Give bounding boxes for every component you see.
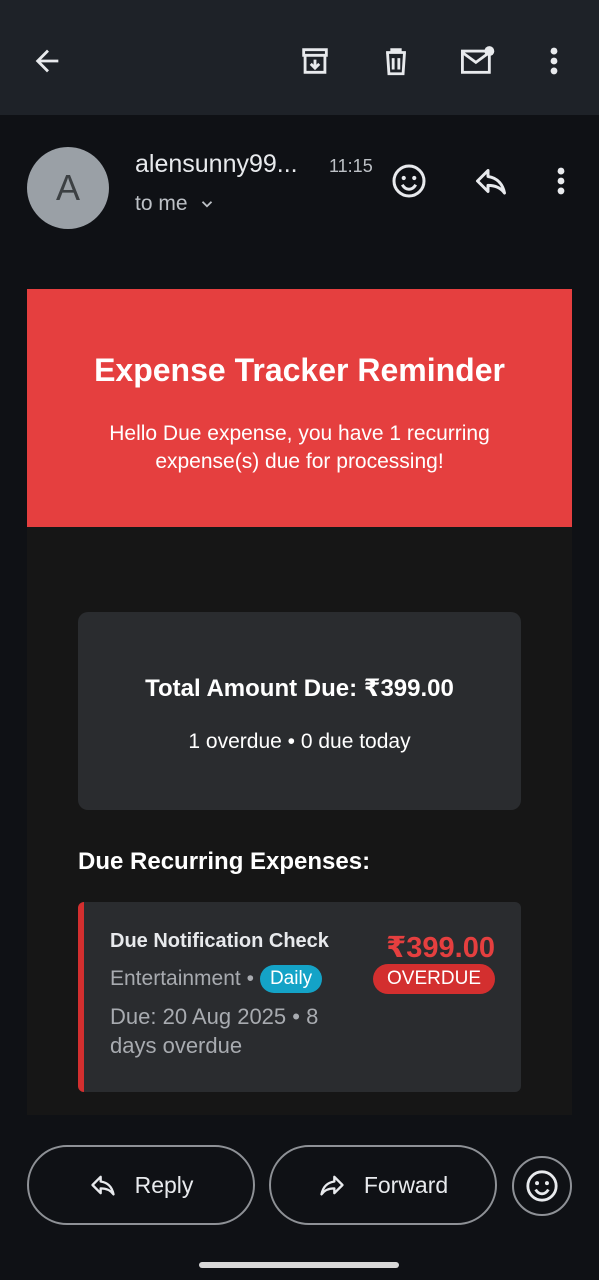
avatar-letter: A xyxy=(55,167,80,208)
mail-unread-icon[interactable] xyxy=(457,42,499,80)
expense-due-date: Due: 20 Aug 2025 • 8 days overdue xyxy=(110,1004,319,1058)
email-body: Expense Tracker Reminder Hello Due expen… xyxy=(27,289,572,1115)
chevron-down-icon xyxy=(198,195,216,213)
emoji-icon xyxy=(525,1169,559,1203)
recipient-details-toggle[interactable]: to me xyxy=(135,192,216,216)
expense-name: Due Notification Check xyxy=(110,930,329,952)
email-header-banner: Expense Tracker Reminder Hello Due expen… xyxy=(27,289,572,527)
reply-icon xyxy=(89,1171,117,1199)
due-counts: 1 overdue • 0 due today xyxy=(188,730,411,753)
add-reaction-button[interactable] xyxy=(512,1156,572,1216)
recipient-label: to me xyxy=(135,192,188,215)
expense-amount: ₹399.00 xyxy=(386,932,495,964)
email-title: Expense Tracker Reminder xyxy=(94,352,505,388)
frequency-badge: Daily xyxy=(259,965,323,993)
reply-button[interactable]: Reply xyxy=(27,1145,255,1225)
forward-button-label: Forward xyxy=(363,1171,449,1198)
emoji-reaction-icon[interactable] xyxy=(388,160,430,202)
sender-name[interactable]: alensunny99... xyxy=(135,150,298,179)
overdue-indicator-bar xyxy=(78,902,84,1092)
summary-box: Total Amount Due: ₹399.00 1 overdue • 0 … xyxy=(78,612,521,810)
message-time: 11:15 xyxy=(329,156,373,176)
trash-icon[interactable] xyxy=(377,42,415,80)
message-more-icon[interactable] xyxy=(548,160,574,202)
top-toolbar xyxy=(0,0,599,115)
expense-category-label: Entertainment • xyxy=(110,967,254,990)
total-amount-due: Total Amount Due: ₹399.00 xyxy=(145,675,454,702)
reply-icon[interactable] xyxy=(470,160,512,202)
due-expenses-heading: Due Recurring Expenses: xyxy=(78,848,371,875)
forward-icon xyxy=(318,1171,346,1199)
arrow-left-icon[interactable] xyxy=(28,42,66,80)
email-subtitle: Hello Due expense, you have 1 recurring … xyxy=(109,422,490,473)
home-indicator[interactable] xyxy=(199,1262,399,1268)
overdue-status-badge: OVERDUE xyxy=(373,964,495,994)
more-vert-icon[interactable] xyxy=(537,42,571,80)
expense-category: Entertainment • Daily xyxy=(110,965,323,993)
archive-icon[interactable] xyxy=(296,42,334,80)
avatar[interactable]: A xyxy=(27,147,109,229)
reply-button-label: Reply xyxy=(134,1171,194,1198)
forward-button[interactable]: Forward xyxy=(269,1145,497,1225)
expense-item: Due Notification Check Entertainment • D… xyxy=(78,902,521,1092)
